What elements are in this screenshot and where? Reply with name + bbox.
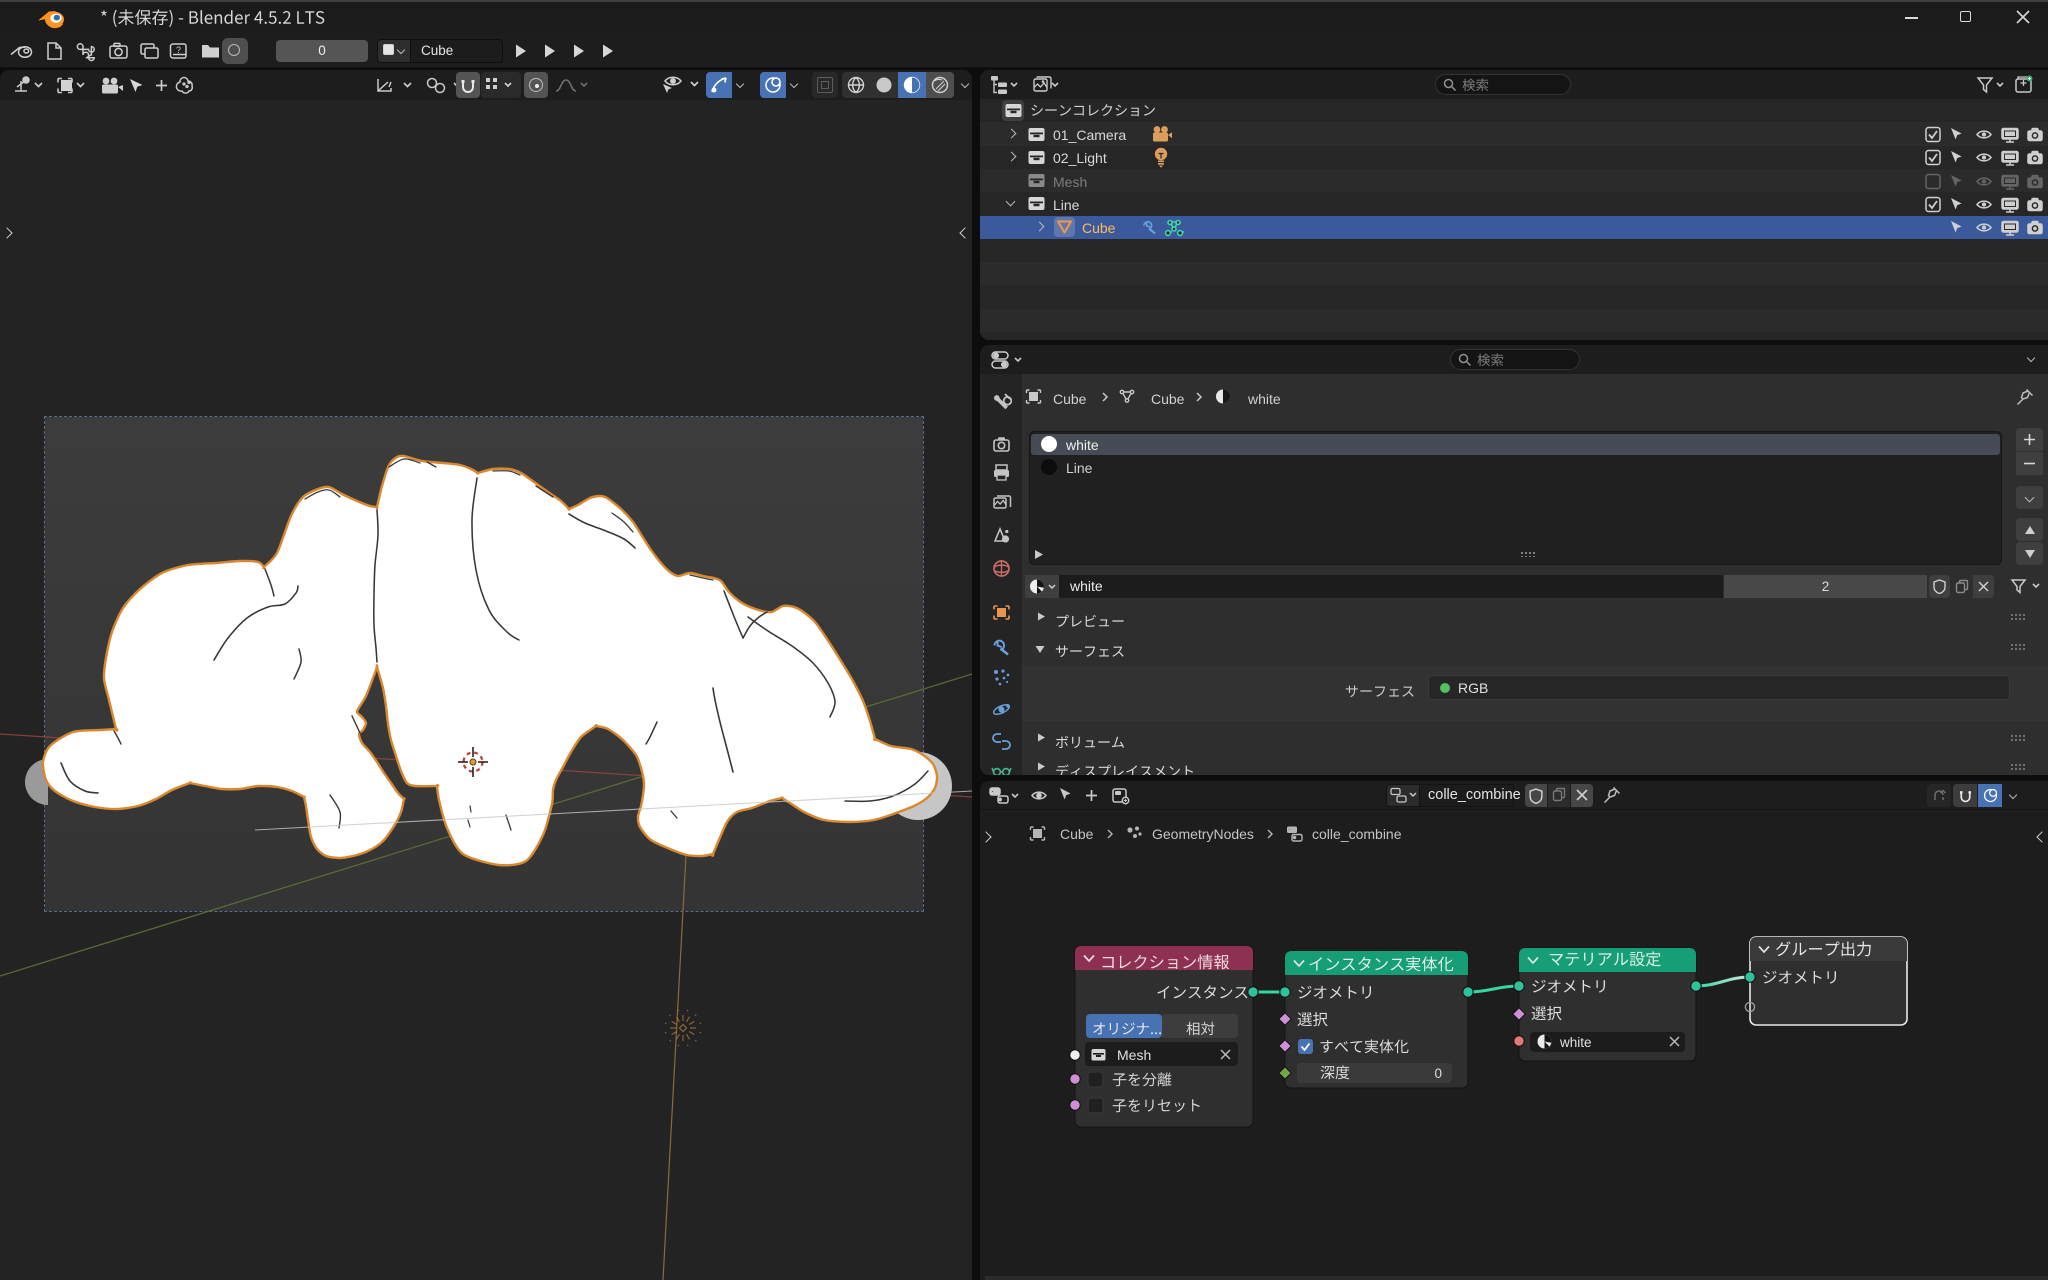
svg-text:0: 0 xyxy=(1434,1066,1442,1081)
svg-text:white: white xyxy=(1559,1035,1592,1050)
svg-text:Mesh: Mesh xyxy=(1117,1047,1151,1063)
svg-text:?: ? xyxy=(176,45,181,55)
